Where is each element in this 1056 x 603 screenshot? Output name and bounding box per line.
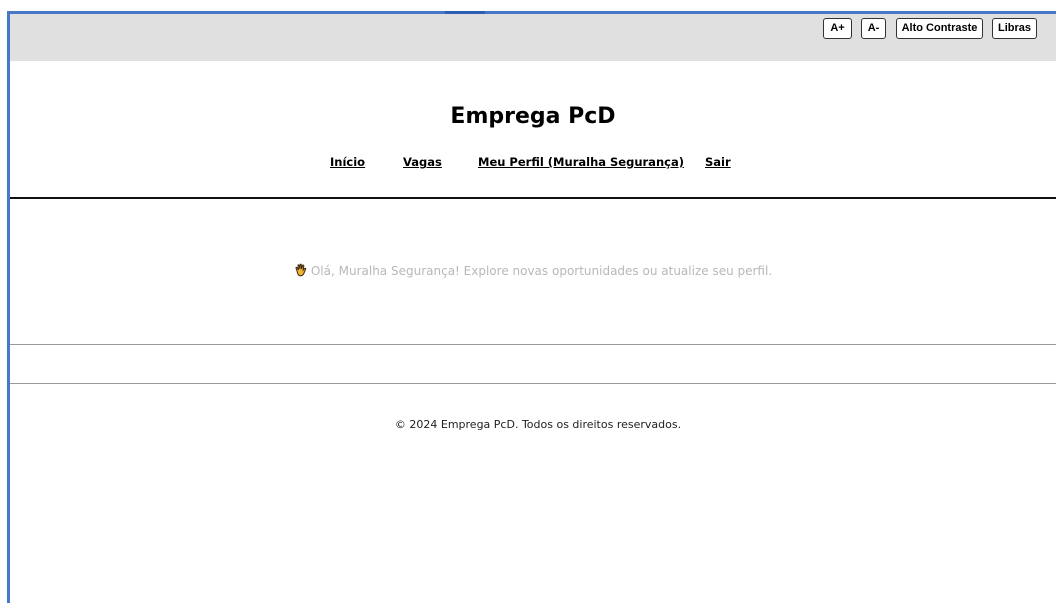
waving-hand-icon <box>294 263 308 277</box>
nav-link-inicio[interactable]: Início <box>330 155 365 169</box>
nav-link-vagas[interactable]: Vagas <box>403 155 442 169</box>
browser-window: A+ A- Alto Contraste Libras Emprega PcD … <box>0 0 1056 603</box>
nav-link-sair[interactable]: Sair <box>705 155 731 169</box>
site-title: Emprega PcD <box>450 104 616 129</box>
high-contrast-button[interactable]: Alto Contraste <box>896 18 983 39</box>
libras-button[interactable]: Libras <box>992 18 1037 39</box>
content-divider-top <box>10 344 1056 345</box>
window-left-border <box>7 13 10 603</box>
content-divider-bottom <box>10 383 1056 384</box>
welcome-banner: Olá, Muralha Segurança! Explore novas op… <box>10 263 1056 278</box>
header-divider <box>10 197 1056 199</box>
welcome-message: Olá, Muralha Segurança! Explore novas op… <box>310 264 773 278</box>
decrease-font-button[interactable]: A- <box>861 18 886 39</box>
nav-link-meu-perfil[interactable]: Meu Perfil (Muralha Segurança) <box>478 155 684 169</box>
footer-copyright: © 2024 Emprega PcD. Todos os direitos re… <box>394 418 682 431</box>
increase-font-button[interactable]: A+ <box>823 18 852 39</box>
